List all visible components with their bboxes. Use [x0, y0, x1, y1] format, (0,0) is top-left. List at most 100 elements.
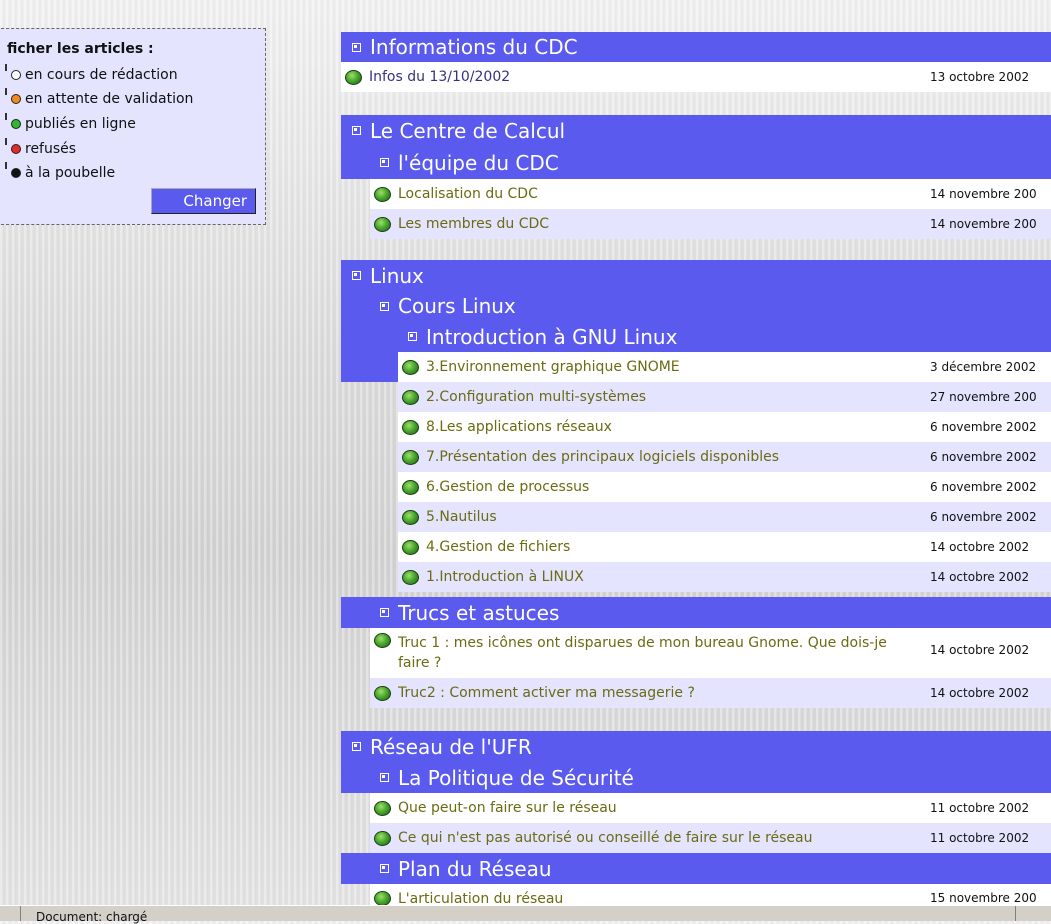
article-date: 14 octobre 2002 — [930, 540, 1030, 554]
filter-option-label: en attente de validation — [25, 91, 194, 107]
rubric-header-introduction-gnu-linux[interactable]: Introduction à GNU Linux — [398, 321, 1051, 352]
filter-option-attente[interactable]: en attente de validation — [5, 88, 194, 107]
rubric-title: Introduction à GNU Linux — [426, 324, 678, 349]
filter-option-label: en cours de rédaction — [25, 67, 178, 83]
article-link[interactable]: Que peut-on faire sur le réseau — [398, 800, 930, 816]
published-ball-icon — [402, 419, 419, 435]
article-date: 14 novembre 200 — [930, 187, 1037, 201]
article-link[interactable]: Ce qui n'est pas autorisé ou conseillé d… — [398, 830, 930, 846]
filter-option-redaction[interactable]: en cours de rédaction — [5, 64, 178, 83]
collapse-box-icon — [380, 158, 389, 167]
article-row[interactable]: Infos du 13/10/2002 13 octobre 2002 — [341, 62, 1051, 92]
article-link[interactable]: 2.Configuration multi-systèmes — [426, 389, 930, 405]
rubric-header-plan-reseau[interactable]: Plan du Réseau — [370, 853, 1051, 884]
published-ball-icon — [374, 830, 391, 846]
article-date: 14 octobre 2002 — [930, 643, 1030, 657]
rubric-header-trucs-astuces[interactable]: Trucs et astuces — [370, 597, 1051, 628]
article-link[interactable]: 6.Gestion de processus — [426, 479, 930, 495]
article-date: 14 octobre 2002 — [930, 570, 1030, 584]
rubric-title: Cours Linux — [398, 294, 516, 318]
article-row[interactable]: 4.Gestion de fichiers 14 octobre 2002 — [398, 532, 1051, 562]
article-link[interactable]: 1.Introduction à LINUX — [426, 569, 930, 585]
article-date: 6 novembre 2002 — [930, 480, 1037, 494]
filter-option-label: publiés en ligne — [25, 116, 136, 132]
article-row[interactable]: 2.Configuration multi-systèmes 27 novemb… — [398, 382, 1051, 412]
filter-option-poubelle[interactable]: à la poubelle — [5, 162, 116, 181]
article-row[interactable]: Localisation du CDC 14 novembre 200 — [370, 179, 1051, 209]
orange-status-dot-icon — [11, 94, 21, 104]
article-row[interactable]: 1.Introduction à LINUX 14 octobre 2002 — [398, 562, 1051, 592]
article-link[interactable]: 4.Gestion de fichiers — [426, 539, 930, 555]
collapse-box-icon — [352, 126, 361, 135]
article-link[interactable]: Infos du 13/10/2002 — [369, 69, 930, 85]
article-date: 6 novembre 2002 — [930, 510, 1037, 524]
filter-option-publies[interactable]: publiés en ligne — [5, 113, 136, 132]
article-row[interactable]: 3.Environnement graphique GNOME 3 décemb… — [398, 352, 1051, 382]
published-ball-icon — [374, 800, 391, 816]
article-date: 11 octobre 2002 — [930, 801, 1030, 815]
article-row[interactable]: 8.Les applications réseaux 6 novembre 20… — [398, 412, 1051, 442]
rubric-header-cours-linux[interactable]: Cours Linux — [370, 291, 1051, 321]
rubric-title: Informations du CDC — [370, 35, 578, 59]
filter-option-label: refusés — [25, 141, 77, 157]
article-date: 11 octobre 2002 — [930, 831, 1030, 845]
status-text: Document: chargé — [36, 910, 148, 924]
rubric-indent-bar — [370, 321, 398, 382]
collapse-box-icon — [380, 301, 389, 311]
rubric-header-reseau-ufr[interactable]: Réseau de l'UFR — [341, 731, 1051, 762]
article-link[interactable]: 8.Les applications réseaux — [426, 419, 930, 435]
browser-status-bar: Document: chargé — [0, 905, 1051, 924]
article-row[interactable]: 6.Gestion de processus 6 novembre 2002 — [398, 472, 1051, 502]
collapse-box-icon — [380, 773, 389, 782]
article-row[interactable]: 5.Nautilus 6 novembre 2002 — [398, 502, 1051, 532]
article-row[interactable]: Truc2 : Comment activer ma messagerie ? … — [370, 678, 1051, 708]
rubric-header-linux[interactable]: Linux — [341, 260, 1051, 291]
article-row[interactable]: 7.Présentation des principaux logiciels … — [398, 442, 1051, 472]
rubric-indent-bar — [341, 853, 370, 884]
filter-option-refuses[interactable]: refusés — [5, 138, 77, 157]
article-row[interactable]: Truc 1 : mes icônes ont disparues de mon… — [370, 628, 1051, 678]
rubric-title: l'équipe du CDC — [398, 150, 559, 175]
article-link[interactable]: Truc 1 : mes icônes ont disparues de mon… — [398, 633, 930, 673]
collapse-box-icon — [352, 742, 361, 751]
article-link[interactable]: Localisation du CDC — [398, 186, 930, 202]
rubric-indent-bar — [341, 597, 370, 628]
article-link[interactable]: 5.Nautilus — [426, 509, 930, 525]
article-link[interactable]: Truc2 : Comment activer ma messagerie ? — [398, 685, 930, 701]
article-row[interactable]: Ce qui n'est pas autorisé ou conseillé d… — [370, 823, 1051, 853]
article-date: 6 novembre 2002 — [930, 450, 1037, 464]
article-date: 27 novembre 200 — [930, 390, 1037, 404]
article-filter-panel: ficher les articles : en cours de rédact… — [0, 28, 266, 225]
rubric-header-equipe-cdc[interactable]: l'équipe du CDC — [370, 146, 1051, 179]
filter-option-label: à la poubelle — [25, 165, 116, 181]
published-ball-icon — [374, 186, 391, 202]
rubric-title: Trucs et astuces — [398, 600, 560, 625]
rubric-indent-bar — [341, 762, 370, 793]
published-ball-icon — [402, 509, 419, 525]
black-status-dot-icon — [11, 168, 21, 178]
rubric-header-politique-securite[interactable]: La Politique de Sécurité — [370, 762, 1051, 793]
published-ball-icon — [402, 449, 419, 465]
rubric-indent-bar — [341, 146, 370, 179]
rubric-indent-bar — [341, 291, 370, 382]
article-date: 13 octobre 2002 — [930, 70, 1030, 84]
collapse-box-icon — [380, 608, 389, 617]
article-date: 14 novembre 200 — [930, 217, 1037, 231]
published-ball-icon — [374, 633, 391, 648]
published-ball-icon — [374, 891, 391, 906]
rubric-title: Plan du Réseau — [398, 856, 552, 881]
rubric-header-centre-de-calcul[interactable]: Le Centre de Calcul — [341, 115, 1051, 146]
rubric-title: Linux — [370, 263, 424, 288]
article-row[interactable]: Les membres du CDC 14 novembre 200 — [370, 209, 1051, 239]
change-button[interactable]: Changer — [151, 188, 256, 214]
article-date: 14 octobre 2002 — [930, 686, 1030, 700]
article-row[interactable]: Que peut-on faire sur le réseau 11 octob… — [370, 793, 1051, 823]
article-date: 6 novembre 2002 — [930, 420, 1037, 434]
article-link[interactable]: 7.Présentation des principaux logiciels … — [426, 449, 930, 465]
article-date: 15 novembre 200 — [930, 891, 1037, 905]
published-ball-icon — [402, 389, 419, 405]
rubric-header-informations[interactable]: Informations du CDC — [341, 32, 1051, 62]
article-link[interactable]: 3.Environnement graphique GNOME — [426, 359, 930, 375]
rubric-title: Réseau de l'UFR — [370, 734, 532, 759]
article-link[interactable]: Les membres du CDC — [398, 216, 930, 232]
